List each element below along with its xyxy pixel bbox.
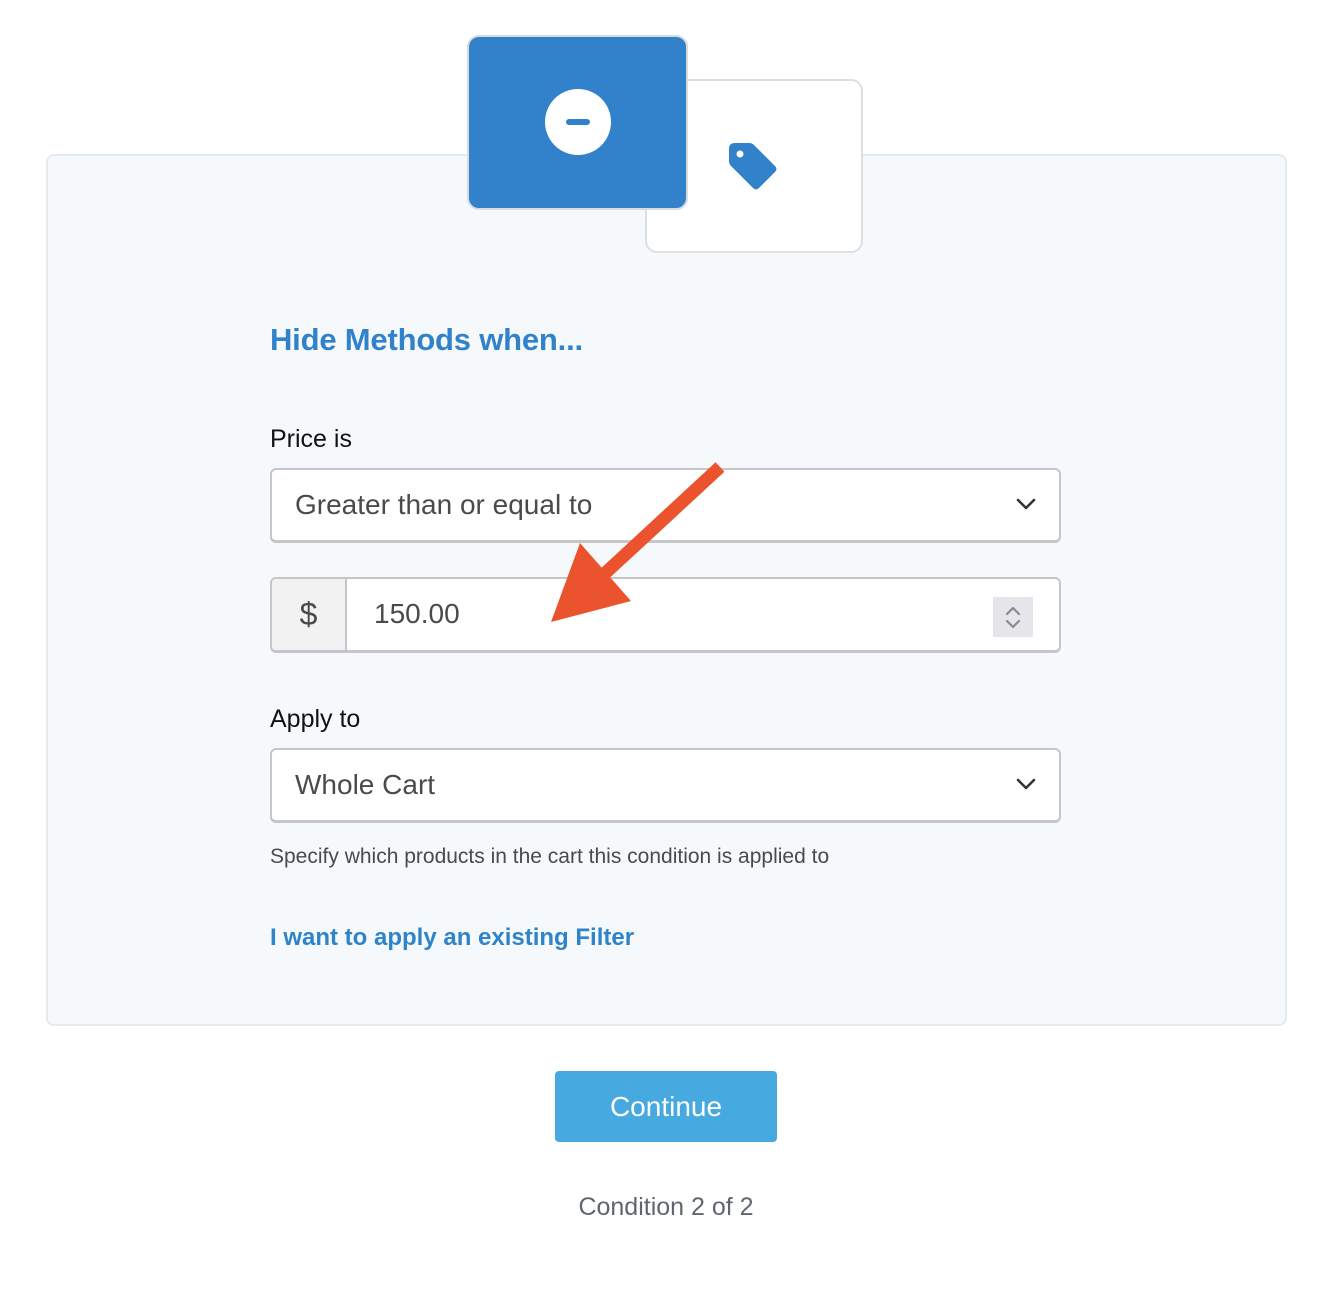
chevron-down-icon bbox=[1016, 498, 1036, 510]
apply-to-label: Apply to bbox=[270, 705, 361, 733]
price-operator-select[interactable]: Greater than or equal to bbox=[270, 468, 1061, 543]
form-title: Hide Methods when... bbox=[270, 322, 583, 357]
minus-circle-icon bbox=[545, 89, 611, 155]
price-operator-value: Greater than or equal to bbox=[295, 489, 593, 520]
price-amount-input[interactable]: 150.00 bbox=[374, 579, 460, 649]
tag-icon bbox=[729, 143, 777, 190]
chevron-down-icon bbox=[1016, 778, 1036, 790]
hide-methods-card bbox=[467, 35, 688, 210]
apply-to-value: Whole Cart bbox=[295, 769, 436, 800]
number-stepper[interactable] bbox=[993, 597, 1033, 637]
continue-button[interactable]: Continue bbox=[555, 1071, 777, 1142]
condition-progress: Condition 2 of 2 bbox=[578, 1193, 754, 1221]
price-amount-field[interactable]: $ 150.00 bbox=[270, 577, 1061, 653]
apply-existing-filter-link[interactable]: I want to apply an existing Filter bbox=[270, 924, 634, 952]
stepper-arrows-icon bbox=[1005, 606, 1021, 629]
price-label: Price is bbox=[270, 425, 352, 453]
apply-to-help-text: Specify which products in the cart this … bbox=[270, 845, 830, 868]
apply-to-select[interactable]: Whole Cart bbox=[270, 748, 1061, 823]
currency-prefix: $ bbox=[272, 579, 347, 650]
